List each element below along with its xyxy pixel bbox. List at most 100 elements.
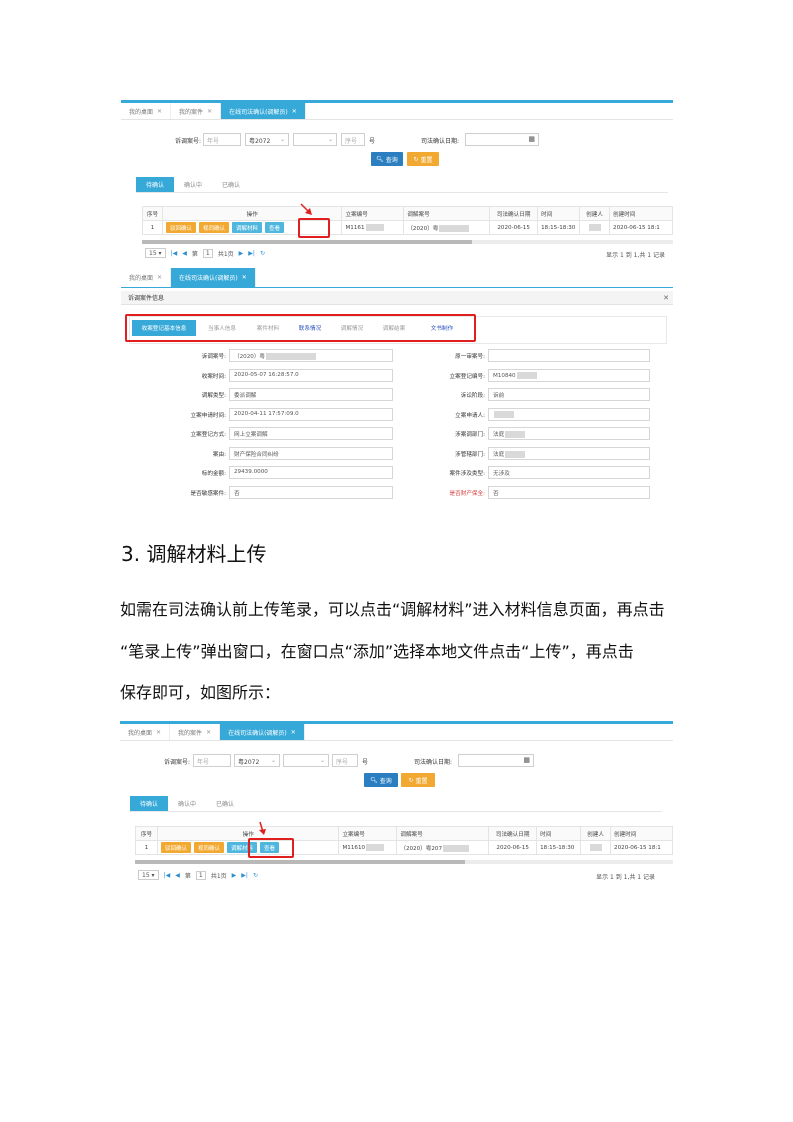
reject-confirm-button[interactable]: 驳回确认 (165, 222, 196, 233)
search-button[interactable]: 🔍︎ 查询 (371, 152, 403, 166)
page-input[interactable]: 1 (202, 248, 213, 258)
reset-button[interactable]: ↻ 重置 (407, 152, 439, 166)
last-page-icon[interactable]: ▶| (248, 250, 255, 257)
first-page-icon[interactable]: |◀ (171, 250, 178, 257)
chevron-down-icon: ⌄ (279, 136, 285, 143)
last-page-icon[interactable]: ▶| (241, 872, 248, 879)
tab-judicial-confirm[interactable]: 在线司法确认(调解员) ✕ (221, 103, 306, 119)
next-page-icon[interactable]: ▶ (239, 250, 244, 257)
redacted-block (494, 410, 514, 418)
paragraph-line: “笔录上传”弹出窗口，在窗口点“添加”选择本地文件点击“上传”，再点击 (120, 642, 634, 661)
close-icon[interactable]: ✕ (242, 274, 247, 281)
field-value[interactable]: 财产保险合同纠纷 (229, 446, 393, 460)
col-header: 司法确认日期 (489, 206, 539, 221)
tab-confirming[interactable]: 确认中 (168, 796, 206, 811)
tab-pending[interactable]: 待确认 (130, 796, 169, 811)
prev-page-icon[interactable]: ◀ (182, 250, 187, 257)
field-value[interactable]: 法庭 (488, 427, 650, 440)
tab-judicial-confirm[interactable]: 在线司法确认(调解员) ✕ (171, 268, 256, 287)
seq-input[interactable]: 序号 (332, 754, 358, 767)
close-icon[interactable]: ✕ (157, 274, 162, 281)
tab-my-cases[interactable]: 我的案件 ✕ (171, 103, 222, 119)
tab-confirming[interactable]: 确认中 (174, 177, 212, 192)
year-input[interactable]: 年号 (203, 133, 241, 146)
page-total: 共1页 (217, 250, 234, 258)
scrollbar-thumb[interactable] (135, 860, 465, 864)
field-value-text: 无涉及 (493, 471, 510, 477)
view-button[interactable]: 查看 (265, 222, 285, 233)
scrollbar-thumb[interactable] (142, 240, 472, 244)
court-select[interactable]: ⌄ (293, 133, 337, 146)
prefix-select[interactable]: 粤2072 ⌄ (245, 133, 289, 146)
table-row[interactable]: 1 驳回确认 视同确认 调解材料 查看 M11610 （2020）粤207 20… (135, 840, 673, 855)
row-created: 2020-06-15 18:1 (609, 220, 673, 235)
tab-judicial-confirm[interactable]: 在线司法确认(调解员) ✕ (220, 724, 305, 740)
reset-button-label: 重置 (420, 156, 433, 164)
close-icon[interactable]: ✕ (156, 729, 161, 736)
tab-my-cases[interactable]: 我的案件 ✕ (170, 724, 221, 740)
page-size-select[interactable]: 15 ▾ (138, 870, 159, 880)
court-select[interactable]: ⌄ (283, 754, 329, 767)
field-value[interactable]: 法庭 (488, 446, 650, 460)
refresh-icon[interactable]: ↻ (253, 872, 258, 879)
row-case-id: M1161 (341, 220, 405, 235)
field-value[interactable]: 网上立案调解 (229, 427, 393, 440)
search-icon: 🔍︎ (376, 155, 384, 163)
field-value[interactable]: 2020-05-07 16:28:57.0 (229, 368, 393, 382)
field-value[interactable]: （2020）粤 (229, 349, 393, 362)
reset-button[interactable]: ↻ 重置 (401, 773, 435, 787)
col-header: 立案编号 (341, 206, 405, 221)
deem-confirm-button[interactable]: 视同确认 (193, 842, 224, 853)
reject-confirm-button[interactable]: 驳回确认 (160, 842, 191, 853)
search-button[interactable]: 🔍︎ 查询 (364, 773, 398, 787)
page-input[interactable]: 1 (195, 870, 206, 880)
field-value[interactable] (488, 349, 650, 362)
field-value[interactable]: 无涉及 (488, 466, 650, 479)
close-icon[interactable]: ✕ (663, 294, 669, 302)
prefix-select[interactable]: 粤2072 ⌄ (234, 754, 280, 767)
horizontal-scrollbar[interactable] (142, 240, 673, 244)
close-icon[interactable]: ✕ (206, 729, 211, 736)
tab-desktop[interactable]: 我的桌面 ✕ (121, 103, 172, 119)
seq-input[interactable]: 序号 (341, 133, 365, 146)
horizontal-scrollbar[interactable] (135, 860, 673, 864)
tab-confirmed[interactable]: 已确认 (206, 796, 244, 811)
field-value[interactable]: 诉前 (488, 388, 650, 401)
mediation-material-button[interactable]: 调解材料 (232, 222, 263, 233)
tab-desktop[interactable]: 我的桌面 ✕ (121, 268, 172, 287)
field-value[interactable]: M10840 (488, 368, 650, 382)
field-label: 收案时间: (201, 373, 226, 380)
date-input[interactable]: ▦ (458, 754, 534, 767)
close-icon[interactable]: ✕ (292, 108, 297, 115)
deem-confirm-button[interactable]: 视同确认 (198, 222, 229, 233)
table-row[interactable]: 1 驳回确认 视同确认 调解材料 查看 M1161 （2020）粤 2020-0… (142, 220, 673, 235)
chevron-down-icon: ⌄ (327, 136, 333, 143)
redacted-block (516, 371, 537, 379)
field-value[interactable]: 否 (488, 485, 650, 499)
next-page-icon[interactable]: ▶ (232, 872, 237, 879)
paragraph-line: 如需在司法确认前上传笔录，可以点击“调解材料”进入材料信息页面，再点击 (120, 600, 665, 619)
tab-confirmed[interactable]: 已确认 (212, 177, 250, 192)
year-input[interactable]: 年号 (193, 754, 231, 767)
field-value-text: 委派调解 (234, 393, 257, 399)
first-page-icon[interactable]: |◀ (164, 872, 171, 879)
close-icon[interactable]: ✕ (291, 729, 296, 736)
field-value-text: 财产保险合同纠纷 (234, 451, 279, 458)
redacted-block (589, 224, 602, 231)
field-value[interactable] (488, 407, 650, 421)
table-header: 序号 操作 立案编号 调解案号 司法确认日期 时间 创建人 创建时间 (142, 206, 673, 221)
prev-page-icon[interactable]: ◀ (175, 872, 180, 879)
close-icon[interactable]: ✕ (207, 108, 212, 115)
field-value[interactable]: 否 (229, 485, 393, 499)
tab-pending[interactable]: 待确认 (136, 177, 175, 192)
col-header: 创建时间 (610, 826, 673, 841)
field-value[interactable]: 2020-04-11 17:57:09.0 (229, 407, 393, 421)
date-input[interactable]: ▦ (465, 133, 539, 146)
refresh-icon[interactable]: ↻ (260, 250, 265, 257)
close-icon[interactable]: ✕ (157, 108, 162, 115)
page-prefix: 第 (191, 250, 198, 258)
field-value[interactable]: 29439.0000 (229, 466, 393, 479)
tab-desktop[interactable]: 我的桌面 ✕ (120, 724, 171, 740)
field-value[interactable]: 委派调解 (229, 388, 393, 401)
page-size-select[interactable]: 15 ▾ (145, 248, 166, 258)
